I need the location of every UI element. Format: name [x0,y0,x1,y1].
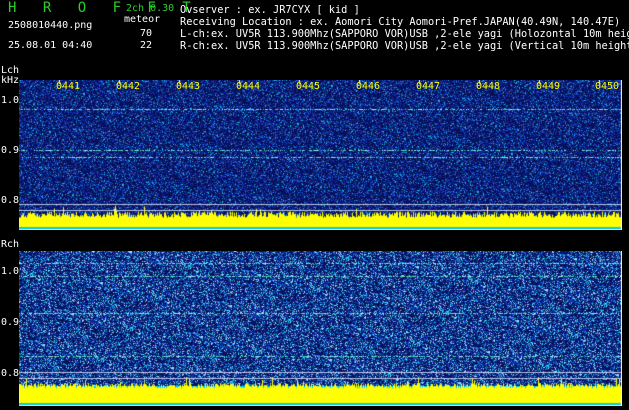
meteor-count-label: meteor [124,14,161,25]
datetime: 25.08.01 04:40 [8,40,93,51]
lch-spectrogram [19,80,622,230]
rch-spectrogram [19,251,622,406]
location-info: Receiving Location : ex. Aomori City Aom… [180,16,621,28]
version-label: 2ch 0.30 [126,3,175,14]
hour-label-0445: 0445 [296,81,321,92]
rch-tick-2: 0.9 [1,317,20,328]
hour-label-0447: 0447 [416,81,441,92]
lch-tick-2: 0.9 [1,145,20,156]
hour-label-0443: 0443 [176,81,201,92]
rch-meteor-count: 22 [139,40,152,51]
hour-label-0444: 0444 [236,81,261,92]
rch-label: Rch [1,239,20,250]
lch-tick-3: 0.8 [1,195,20,206]
hour-label-0442: 0442 [116,81,141,92]
observer-info: Ovserver : ex. JR7CYX [ kid ] [180,4,360,16]
filename: 2508010440.png [8,20,93,31]
hour-label-0441: 0441 [56,81,81,92]
lch-unit: kHz [1,75,20,86]
lch-tick-1: 1.0 [1,95,20,106]
rch-info: R-ch:ex. UV5R 113.900Mhz(SAPPORO VOR)USB… [180,40,629,52]
hour-label-0450: 0450 [595,81,620,92]
lch-info: L-ch:ex. UV5R 113.900Mhz(SAPPORO VOR)USB… [180,28,629,40]
hour-label-0449: 0449 [536,81,561,92]
hour-label-0446: 0446 [356,81,381,92]
lch-meteor-count: 70 [139,28,152,39]
rch-tick-3: 0.8 [1,368,20,379]
hour-label-0448: 0448 [476,81,501,92]
rch-tick-1: 1.0 [1,266,20,277]
